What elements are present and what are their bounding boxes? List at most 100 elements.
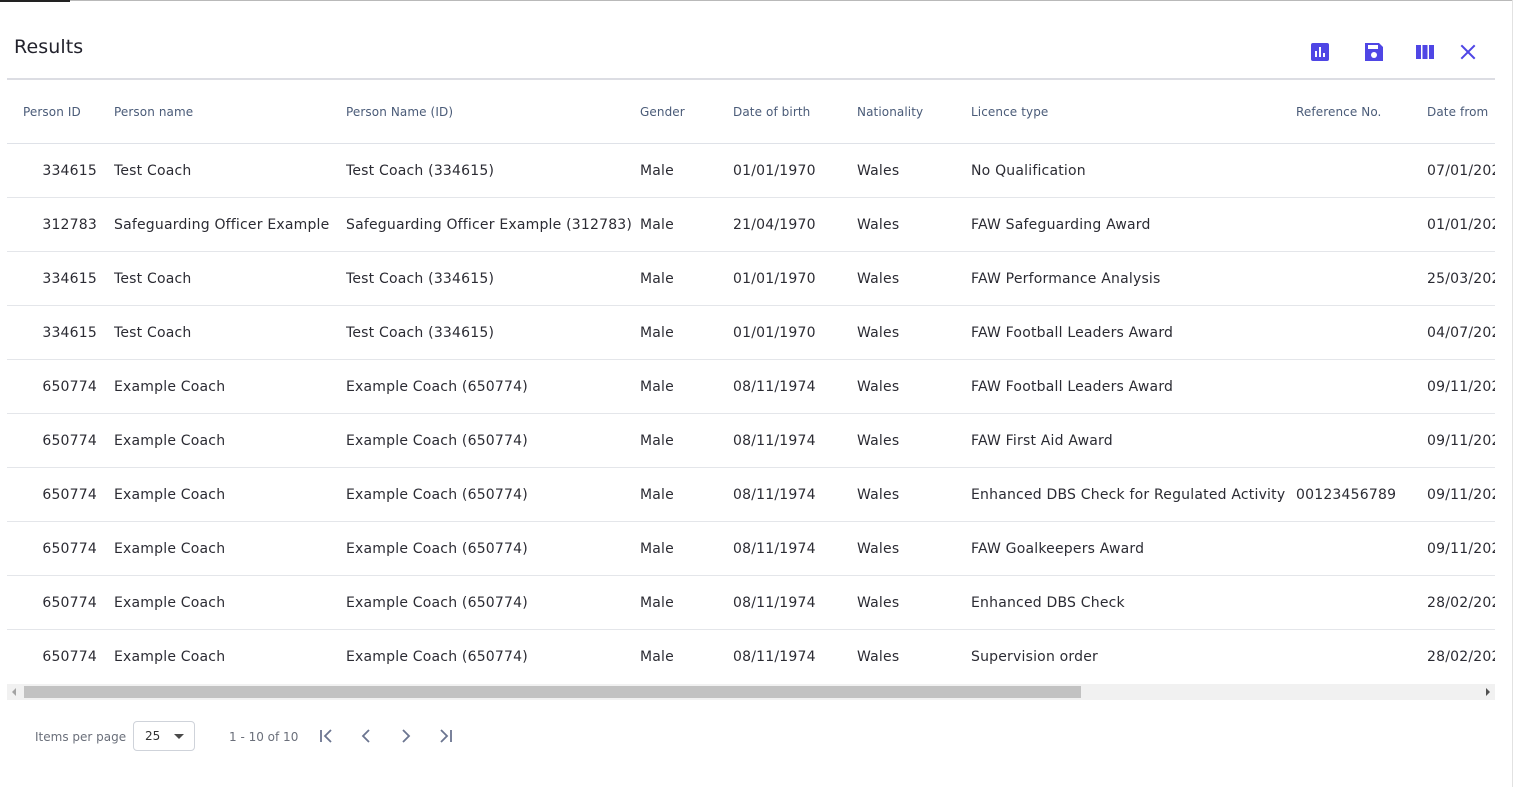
cell-licence-type: FAW Goalkeepers Award [971, 521, 1296, 576]
columns-button[interactable] [1411, 39, 1439, 65]
cell-reference-no [1296, 575, 1427, 630]
cell-person-name: Test Coach [114, 143, 346, 198]
cell-licence-type: Enhanced DBS Check [971, 575, 1296, 630]
cell-date-of-birth: 08/11/1974 [733, 575, 857, 630]
cell-nationality: Wales [857, 413, 971, 468]
cell-person-name-id: Safeguarding Officer Example (312783) [346, 197, 640, 252]
cell-gender: Male [640, 305, 733, 360]
cell-date-of-birth: 21/04/1970 [733, 197, 857, 252]
header-row: Person ID Person name Person Name (ID) G… [7, 80, 1495, 144]
columns-icon [1416, 45, 1434, 59]
close-icon [1460, 44, 1476, 60]
scroll-right-icon[interactable] [1486, 688, 1490, 696]
column-header-person-id[interactable]: Person ID [7, 80, 114, 144]
results-grid[interactable]: Person ID Person name Person Name (ID) G… [7, 80, 1495, 684]
table-row[interactable]: 334615 Test Coach Test Coach (334615) Male 0… [7, 305, 1495, 360]
save-button[interactable] [1360, 39, 1388, 65]
cell-date-of-birth: 08/11/1974 [733, 359, 857, 414]
cell-date-from: 09/11/2022 [1427, 413, 1495, 468]
table-row[interactable]: 650774 Example Coach Example Coach (650774… [7, 413, 1495, 468]
page-range-label: 1 - 10 of 10 [229, 730, 299, 744]
bar-chart-icon [1311, 43, 1329, 61]
cell-licence-type: FAW Safeguarding Award [971, 197, 1296, 252]
first-page-button[interactable] [314, 724, 338, 748]
table-row[interactable]: 650774 Example Coach Example Coach (650774… [7, 630, 1495, 684]
cell-date-of-birth: 01/01/1970 [733, 305, 857, 360]
cell-licence-type: FAW Football Leaders Award [971, 305, 1296, 360]
close-button[interactable] [1454, 39, 1482, 65]
window-top-border [0, 0, 1513, 1]
column-header-person-name-id[interactable]: Person Name (ID) [346, 80, 640, 144]
cell-person-id: 650774 [42, 648, 97, 665]
cell-nationality: Wales [857, 467, 971, 522]
horizontal-scrollbar[interactable] [7, 684, 1495, 700]
cell-date-of-birth: 01/01/1970 [733, 143, 857, 198]
cell-licence-type: Supervision order [971, 648, 1098, 665]
previous-page-button[interactable] [354, 724, 378, 748]
scrollbar-thumb[interactable] [24, 686, 1081, 698]
page-size-select[interactable]: 25 [133, 721, 195, 751]
cell-date-from: 09/11/2022 [1427, 467, 1495, 522]
cell-date-from: 01/01/2020 [1427, 197, 1495, 252]
next-page-button[interactable] [394, 724, 418, 748]
table-row[interactable]: 650774 Example Coach Example Coach (650774… [7, 521, 1495, 576]
cell-nationality: Wales [857, 197, 971, 252]
column-header-reference-no[interactable]: Reference No. [1296, 80, 1427, 144]
cell-person-name: Example Coach [114, 467, 346, 522]
cell-person-name: Example Coach [114, 648, 226, 665]
cell-gender: Male [640, 521, 733, 576]
cell-person-id: 650774 [7, 359, 114, 414]
chevron-right-icon [402, 729, 411, 743]
pagination: Items per page 25 1 - 10 of 10 [0, 720, 700, 754]
cell-reference-no: 00123456789 [1296, 467, 1427, 522]
column-header-licence-type[interactable]: Licence type [971, 80, 1296, 144]
scroll-left-icon[interactable] [12, 688, 16, 696]
chart-button[interactable] [1306, 39, 1334, 65]
column-header-date-of-birth[interactable]: Date of birth [733, 80, 857, 144]
table-row[interactable]: 650774 Example Coach Example Coach (650774… [7, 359, 1495, 414]
cell-gender: Male [640, 251, 733, 306]
cell-reference-no [1296, 143, 1427, 198]
window-top-accent [0, 0, 70, 2]
first-page-icon [320, 729, 332, 743]
table-row[interactable]: 312783 Safeguarding Officer Example Safegu… [7, 197, 1495, 252]
last-page-icon [440, 729, 452, 743]
cell-person-name-id: Example Coach (650774) [346, 359, 640, 414]
cell-reference-no [1296, 630, 1427, 684]
cell-person-id: 650774 [7, 413, 114, 468]
cell-person-name-id: Example Coach (650774) [346, 521, 640, 576]
column-header-nationality[interactable]: Nationality [857, 80, 971, 144]
table-row[interactable]: 650774 Example Coach Example Coach (650774… [7, 575, 1495, 630]
cell-licence-type: No Qualification [971, 143, 1296, 198]
cell-person-name: Safeguarding Officer Example [114, 197, 346, 252]
column-header-date-from[interactable]: Date from [1427, 80, 1495, 144]
column-header-person-name[interactable]: Person name [114, 80, 346, 144]
cell-date-from: 28/02/202 [1427, 575, 1495, 630]
cell-date-of-birth: 08/11/1974 [733, 521, 857, 576]
cell-person-name: Example Coach [114, 575, 346, 630]
cell-date-from: 28/02/202 [1427, 648, 1495, 665]
cell-date-of-birth: 08/11/1974 [733, 413, 857, 468]
table-row[interactable]: 650774 Example Coach Example Coach (650774… [7, 467, 1495, 522]
results-table: Person ID Person name Person Name (ID) G… [7, 80, 1495, 683]
cell-gender: Male [640, 413, 733, 468]
cell-date-from: 09/11/2022 [1427, 359, 1495, 414]
cell-reference-no [1296, 305, 1427, 360]
cell-date-from: 09/11/2022 [1427, 521, 1495, 576]
cell-date-of-birth: 01/01/1970 [733, 251, 857, 306]
cell-date-from: 07/01/202 [1427, 143, 1495, 198]
cell-gender: Male [640, 359, 733, 414]
last-page-button[interactable] [434, 724, 458, 748]
table-body: 334615 Test Coach Test Coach (334615) Male 0… [7, 143, 1495, 684]
results-toolbar [1305, 39, 1485, 65]
cell-reference-no [1296, 521, 1427, 576]
cell-person-name: Example Coach [114, 359, 346, 414]
column-header-gender[interactable]: Gender [640, 80, 733, 144]
table-row[interactable]: 334615 Test Coach Test Coach (334615) Male 0… [7, 251, 1495, 306]
cell-date-of-birth: 08/11/1974 [733, 648, 816, 665]
table-row[interactable]: 334615 Test Coach Test Coach (334615) Male 0… [7, 143, 1495, 198]
cell-gender: Male [640, 575, 733, 630]
cell-person-id: 334615 [7, 305, 114, 360]
cell-nationality: Wales [857, 143, 971, 198]
cell-reference-no [1296, 413, 1427, 468]
